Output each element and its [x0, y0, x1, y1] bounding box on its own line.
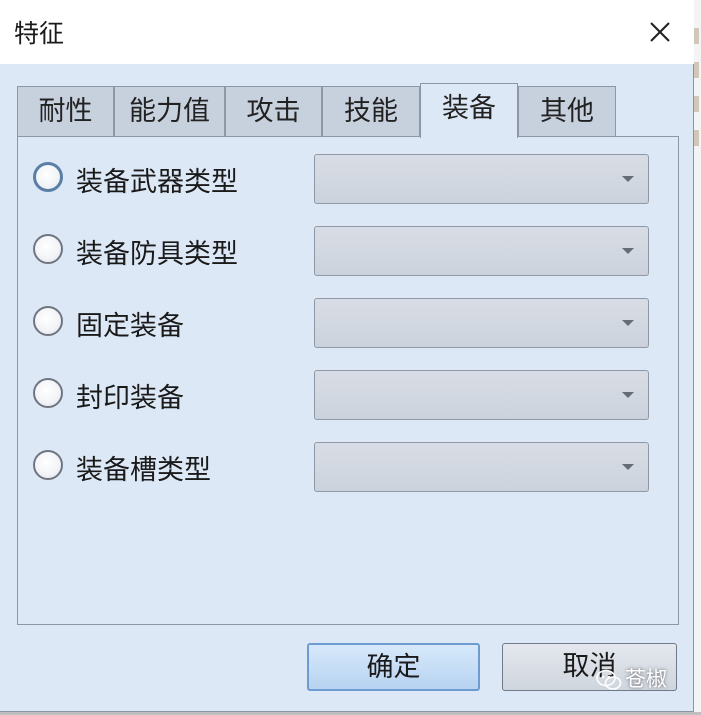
wechat-icon	[596, 669, 622, 690]
option-row-fixed-equipment: 固定装备	[18, 298, 678, 348]
title-bar: 特征	[0, 0, 694, 64]
sealed-equipment-label: 封印装备	[76, 383, 184, 414]
chevron-down-icon	[622, 320, 634, 326]
tab-skills[interactable]: 技能	[322, 86, 420, 136]
chevron-down-icon	[622, 464, 634, 470]
chevron-down-icon	[622, 176, 634, 182]
armor-type-label: 装备防具类型	[76, 239, 238, 270]
background-mark	[694, 130, 699, 146]
sealed-equipment-radio[interactable]	[33, 378, 63, 408]
tab-attack[interactable]: 攻击	[225, 86, 322, 136]
dialog-title: 特征	[14, 19, 65, 48]
chevron-down-icon	[622, 248, 634, 254]
close-icon	[650, 22, 670, 42]
background-mark	[694, 28, 699, 44]
fixed-equipment-radio[interactable]	[33, 306, 63, 336]
weapon-type-label: 装备武器类型	[76, 167, 238, 198]
watermark: 苍椒	[596, 663, 667, 695]
background-mark	[694, 62, 699, 78]
fixed-equipment-label: 固定装备	[76, 311, 184, 342]
option-row-slot-type: 装备槽类型	[18, 442, 678, 492]
option-row-weapon-type: 装备武器类型	[18, 154, 678, 204]
fixed-equipment-dropdown[interactable]	[314, 298, 649, 348]
tab-equipment[interactable]: 装备	[420, 83, 518, 138]
slot-type-radio[interactable]	[33, 450, 63, 480]
option-row-sealed-equipment: 封印装备	[18, 370, 678, 420]
option-row-armor-type: 装备防具类型	[18, 226, 678, 276]
background-mark	[694, 96, 699, 112]
slot-type-label: 装备槽类型	[76, 455, 211, 486]
weapon-type-dropdown[interactable]	[314, 154, 649, 204]
tab-resistance[interactable]: 耐性	[17, 86, 114, 136]
equipment-panel: 装备武器类型 装备防具类型 固定装备 封印装备 装备槽类型	[17, 136, 679, 625]
watermark-text: 苍椒	[625, 667, 667, 691]
chevron-down-icon	[622, 392, 634, 398]
weapon-type-radio[interactable]	[33, 162, 63, 192]
ok-button[interactable]: 确定	[307, 643, 480, 691]
tab-ability-values[interactable]: 能力值	[114, 86, 225, 136]
tab-other[interactable]: 其他	[518, 86, 616, 136]
sealed-equipment-dropdown[interactable]	[314, 370, 649, 420]
trait-dialog: 特征 耐性 能力值 攻击 技能 装备 其他 装备武器类型 装备防具类型 固定装备…	[0, 0, 694, 712]
armor-type-dropdown[interactable]	[314, 226, 649, 276]
background-window-edge	[694, 0, 701, 715]
close-button[interactable]	[638, 10, 682, 54]
armor-type-radio[interactable]	[33, 234, 63, 264]
slot-type-dropdown[interactable]	[314, 442, 649, 492]
